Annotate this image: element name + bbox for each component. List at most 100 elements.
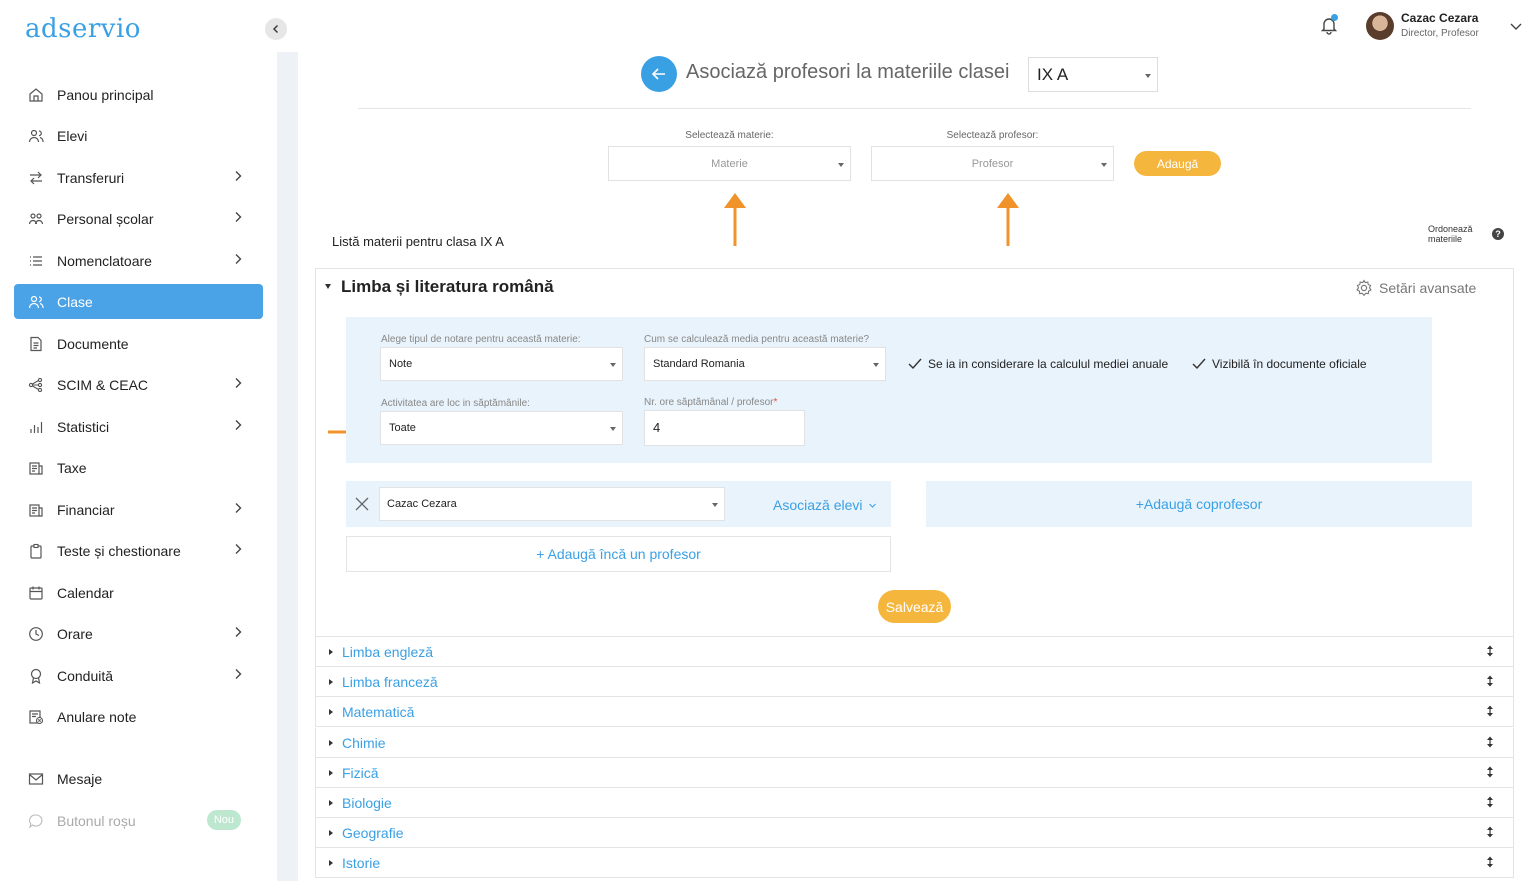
sidebar-item-label: Panou principal <box>57 86 154 103</box>
caret-right-icon <box>329 739 333 746</box>
caret-down-icon[interactable] <box>325 284 331 289</box>
sidebar-item-label: Calendar <box>57 584 114 601</box>
chevron-left-icon <box>273 25 278 33</box>
associate-students-label: Asociază elevi <box>773 497 863 513</box>
sidebar-item-mesaje[interactable]: Mesaje <box>14 761 263 796</box>
drag-handle-icon[interactable] <box>1486 826 1494 838</box>
subject-row[interactable]: Biologie <box>315 788 1514 818</box>
user-role: Director, Profesor <box>1401 28 1479 39</box>
network-icon <box>28 377 44 393</box>
sidebar-item-label: SCIM & CEAC <box>57 376 149 393</box>
drag-handle-icon[interactable] <box>1486 675 1494 687</box>
add-coteacher-button[interactable]: +Adaugă coprofesor <box>926 481 1472 527</box>
subject-row[interactable]: Limba franceză <box>315 667 1514 698</box>
sidebar-item-scim-ceac[interactable]: SCIM & CEAC <box>14 367 263 402</box>
caret-down-icon <box>873 363 879 367</box>
arrow-up-annotation <box>997 193 1019 246</box>
sidebar-item-butonul-roșu[interactable]: Butonul roșu Nou <box>14 803 263 838</box>
sidebar-item-calendar[interactable]: Calendar <box>14 575 263 610</box>
subject-row[interactable]: Istorie <box>315 848 1514 879</box>
chevron-right-icon <box>235 503 242 513</box>
sidebar-item-conduită[interactable]: Conduită <box>14 658 263 693</box>
annual-average-label: Se ia in considerare la calculul mediei … <box>928 357 1169 371</box>
sidebar-item-statistici[interactable]: Statistici <box>14 409 263 444</box>
chevron-right-icon <box>235 627 242 637</box>
sidebar-item-anulare-note[interactable]: Anulare note <box>14 699 263 734</box>
drag-handle-icon[interactable] <box>1486 645 1494 657</box>
weeks-value: Toate <box>389 422 416 434</box>
staff-icon <box>28 211 44 227</box>
subject-row[interactable]: Fizică <box>315 757 1514 788</box>
sidebar-item-financiar[interactable]: Financiar <box>14 492 263 527</box>
back-button[interactable] <box>641 56 677 92</box>
list-title: Listă materii pentru clasa IX A <box>332 234 504 249</box>
sidebar-item-clase[interactable]: Clase <box>14 284 263 319</box>
annual-average-checkbox[interactable]: Se ia in considerare la calculul mediei … <box>907 356 1168 372</box>
page-title: Asociază profesori la materiile clasei <box>686 61 1010 83</box>
advanced-settings-link[interactable]: Setări avansate <box>1355 279 1476 297</box>
caret-right-icon <box>329 709 333 716</box>
chevron-right-icon <box>235 378 242 388</box>
official-docs-label: Vizibilă în documente oficiale <box>1212 357 1367 371</box>
sidebar-item-label: Teste și chestionare <box>57 542 181 559</box>
associate-students-link[interactable]: Asociază elevi <box>773 497 877 513</box>
sidebar-item-label: Transferuri <box>57 169 125 186</box>
drag-handle-icon[interactable] <box>1486 766 1494 778</box>
order-subjects-label[interactable]: Ordonează materiile <box>1428 224 1473 244</box>
clipboard-icon <box>28 543 44 559</box>
sidebar-item-personal-școlar[interactable]: Personal școlar <box>14 201 263 236</box>
sidebar-item-teste-și-chestionare[interactable]: Teste și chestionare <box>14 533 263 568</box>
collapse-sidebar-button[interactable] <box>265 18 287 40</box>
subject-row[interactable]: Geografie <box>315 818 1514 849</box>
weeks-label: Activitatea are loc in săptămânile: <box>381 398 530 409</box>
chevron-right-icon <box>235 171 242 181</box>
add-button[interactable]: Adaugă <box>1134 151 1221 176</box>
chevron-down-icon <box>869 503 877 508</box>
help-icon[interactable]: ? <box>1492 228 1504 240</box>
sidebar-item-elevi[interactable]: Elevi <box>14 118 263 153</box>
close-icon[interactable] <box>354 496 370 512</box>
sidebar-item-panou-principal[interactable]: Panou principal <box>14 77 263 112</box>
subject-title[interactable]: Limba și literatura română <box>341 277 554 297</box>
sidebar-item-nomenclatoare[interactable]: Nomenclatoare <box>14 243 263 278</box>
official-docs-checkbox[interactable]: Vizibilă în documente oficiale <box>1191 356 1367 372</box>
subject-row[interactable]: Chimie <box>315 727 1514 758</box>
user-name[interactable]: Cazac Cezara <box>1401 11 1478 25</box>
sidebar-item-taxe[interactable]: Taxe <box>14 450 263 485</box>
drag-handle-icon[interactable] <box>1486 736 1494 748</box>
subject-row-label: Geografie <box>342 825 404 842</box>
chevron-down-icon[interactable] <box>1508 18 1524 34</box>
hours-input[interactable]: 4 <box>644 410 805 446</box>
average-method-select[interactable]: Standard Romania <box>644 347 886 381</box>
chevron-right-icon <box>235 420 242 430</box>
subject-row[interactable]: Matematică <box>315 697 1514 728</box>
class-icon <box>28 294 44 310</box>
order-label-line-1: Ordonează <box>1428 224 1473 234</box>
add-another-teacher-button[interactable]: + Adaugă încă un profesor <box>346 536 891 572</box>
subject-row[interactable]: Limba engleză <box>315 637 1514 667</box>
teacher-assign-select[interactable]: Cazac Cezara <box>379 487 725 521</box>
drag-handle-icon[interactable] <box>1486 856 1494 868</box>
drag-handle-icon[interactable] <box>1486 705 1494 717</box>
weeks-select[interactable]: Toate <box>380 411 623 445</box>
fees-icon <box>28 460 44 476</box>
logo[interactable]: adservio <box>25 14 141 44</box>
sidebar-item-transferuri[interactable]: Transferuri <box>14 160 263 195</box>
class-select[interactable]: IX A <box>1028 57 1158 92</box>
grading-type-select[interactable]: Note <box>380 347 623 381</box>
order-label-line-2: materiile <box>1428 234 1463 244</box>
grading-type-value: Note <box>389 358 413 370</box>
teacher-assign-value: Cazac Cezara <box>387 498 457 510</box>
sidebar-item-label: Anulare note <box>57 708 137 725</box>
teacher-select[interactable]: Profesor <box>871 146 1114 181</box>
subject-select[interactable]: Materie <box>608 146 851 181</box>
sidebar-item-documente[interactable]: Documente <box>14 326 263 361</box>
sidebar-item-orare[interactable]: Orare <box>14 616 263 651</box>
subject-row-label: Limba franceză <box>342 674 438 691</box>
avatar[interactable] <box>1366 12 1394 40</box>
sidebar-item-label: Elevi <box>57 127 88 144</box>
drag-handle-icon[interactable] <box>1486 796 1494 808</box>
mail-icon <box>28 771 44 787</box>
save-button[interactable]: Salvează <box>878 590 951 623</box>
clock-icon <box>28 626 44 642</box>
